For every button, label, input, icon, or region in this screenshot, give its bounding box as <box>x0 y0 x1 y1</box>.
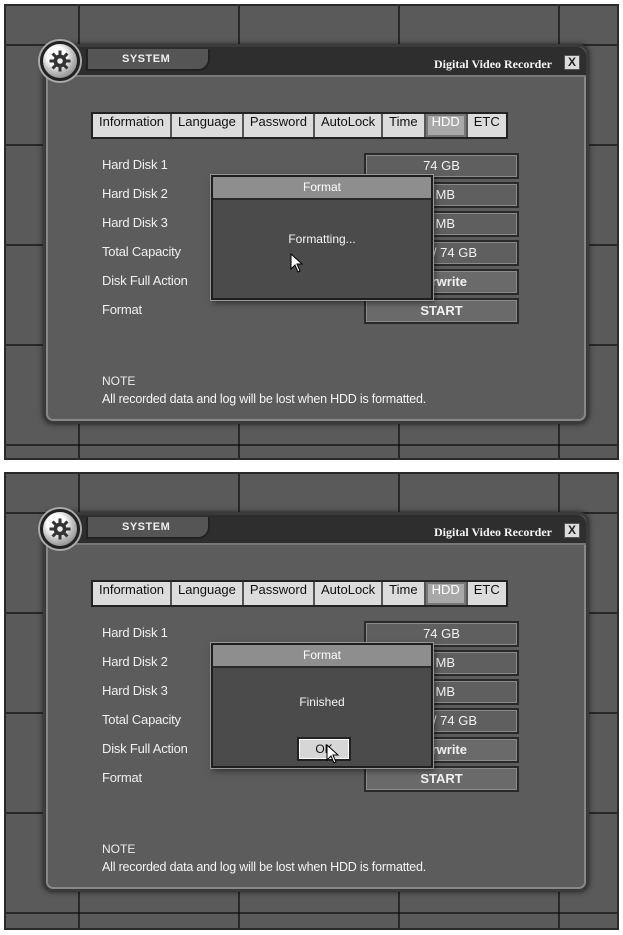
note-text: All recorded data and log will be lost w… <box>102 860 427 874</box>
hard-disk-3-label: Hard Disk 3 <box>102 215 168 230</box>
tab-etc[interactable]: ETC <box>467 582 506 605</box>
tab-language[interactable]: Language <box>172 582 244 605</box>
gear-icon <box>40 509 80 549</box>
app-title: Digital Video Recorder <box>434 57 552 71</box>
format-dialog: Format Formatting... <box>211 175 433 300</box>
window-title-tab: SYSTEM <box>86 517 210 539</box>
tab-autolock[interactable]: AutoLock <box>314 114 384 137</box>
disk-full-action-label: Disk Full Action <box>102 273 188 288</box>
tab-etc[interactable]: ETC <box>467 114 506 137</box>
tab-time[interactable]: Time <box>383 114 426 137</box>
dialog-message: Finished <box>299 695 345 709</box>
hard-disk-2-label: Hard Disk 2 <box>102 186 168 201</box>
title-bar: SYSTEM Digital Video Recorder X <box>46 515 586 545</box>
dialog-title: Format <box>213 177 431 200</box>
window-title-tab: SYSTEM <box>86 49 210 71</box>
mouse-pointer-icon <box>326 744 340 764</box>
format-start-button[interactable]: START <box>364 298 519 324</box>
format-start-button[interactable]: START <box>364 766 519 792</box>
dvr-screen-formatting: SYSTEM Digital Video Recorder X Informat… <box>4 4 619 460</box>
note-title: NOTE <box>102 374 136 388</box>
hard-disk-1-label: Hard Disk 1 <box>102 625 168 640</box>
hard-disk-3-label: Hard Disk 3 <box>102 683 168 698</box>
tab-time[interactable]: Time <box>383 582 426 605</box>
total-capacity-label: Total Capacity <box>102 712 181 727</box>
tab-information[interactable]: Information <box>93 114 173 137</box>
system-window: SYSTEM Digital Video Recorder X Informat… <box>40 509 589 892</box>
tab-password[interactable]: Password <box>243 582 315 605</box>
settings-tabs: Information Language Password AutoLock T… <box>91 580 508 607</box>
dialog-message: Formatting... <box>288 232 356 246</box>
close-button[interactable]: X <box>564 55 580 70</box>
tab-password[interactable]: Password <box>243 114 315 137</box>
format-label: Format <box>102 302 142 317</box>
title-bar: SYSTEM Digital Video Recorder X <box>46 47 586 77</box>
disk-full-action-label: Disk Full Action <box>102 741 188 756</box>
tab-information[interactable]: Information <box>93 582 173 605</box>
hard-disk-1-label: Hard Disk 1 <box>102 157 168 172</box>
tab-hdd[interactable]: HDD <box>425 582 468 605</box>
tab-hdd[interactable]: HDD <box>425 114 468 137</box>
mouse-pointer-icon <box>290 253 304 273</box>
system-window: SYSTEM Digital Video Recorder X Informat… <box>40 41 589 424</box>
format-label: Format <box>102 770 142 785</box>
total-capacity-label: Total Capacity <box>102 244 181 259</box>
gear-icon <box>40 41 80 81</box>
ok-button[interactable]: OK <box>297 737 351 761</box>
dialog-title: Format <box>213 645 431 668</box>
settings-tabs: Information Language Password AutoLock T… <box>91 112 508 139</box>
tab-autolock[interactable]: AutoLock <box>314 582 384 605</box>
hard-disk-2-label: Hard Disk 2 <box>102 654 168 669</box>
format-dialog: Format Finished OK <box>211 643 433 768</box>
tab-language[interactable]: Language <box>172 114 244 137</box>
note-title: NOTE <box>102 842 136 856</box>
dvr-screen-finished: SYSTEM Digital Video Recorder X Informat… <box>4 472 619 930</box>
close-button[interactable]: X <box>564 523 580 538</box>
note-text: All recorded data and log will be lost w… <box>102 392 427 406</box>
app-title: Digital Video Recorder <box>434 525 552 539</box>
